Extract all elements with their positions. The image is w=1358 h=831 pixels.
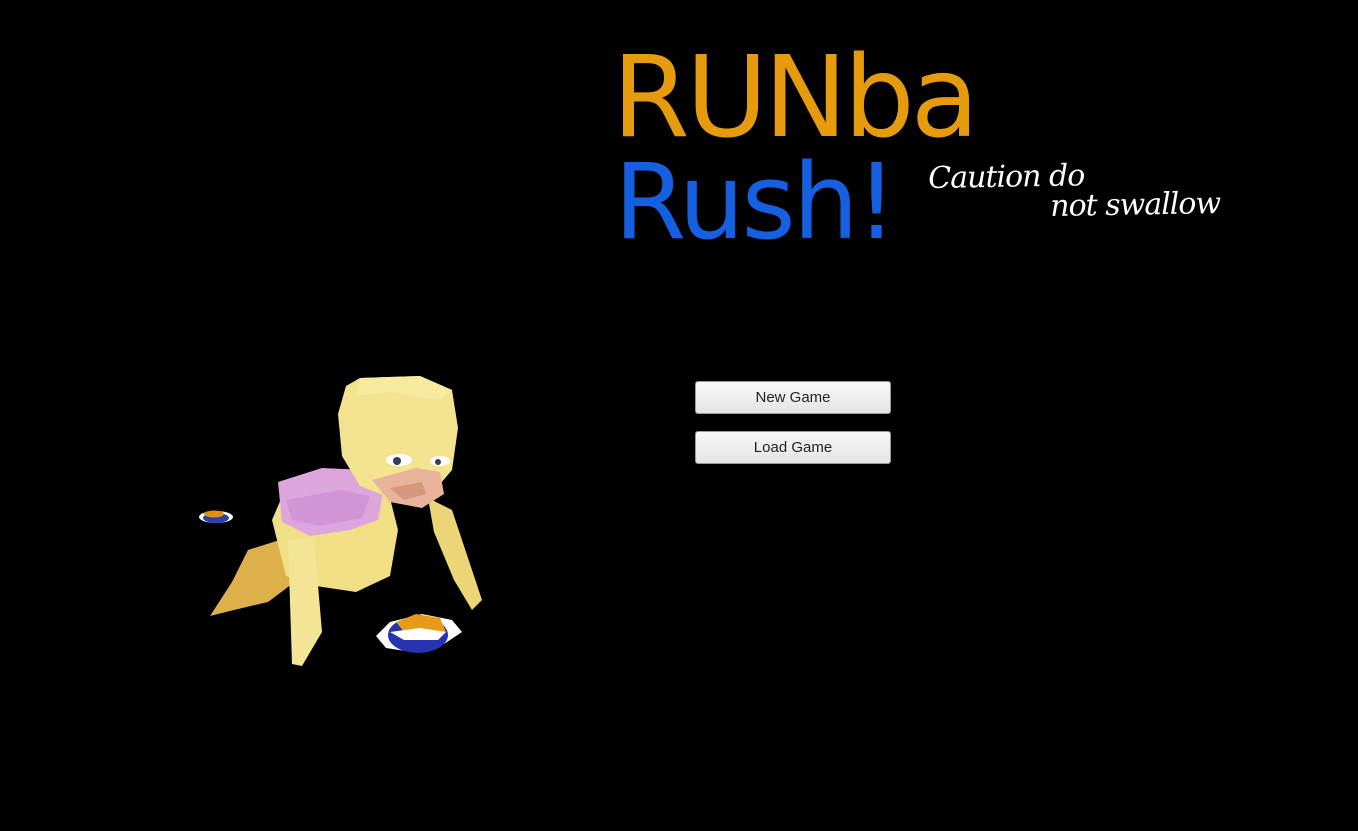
new-game-button[interactable]: New Game — [695, 381, 891, 414]
load-game-button[interactable]: Load Game — [695, 431, 891, 464]
tagline-line2: not swallow — [1049, 186, 1221, 224]
candy-pellet-large — [376, 614, 462, 653]
game-scene — [199, 376, 482, 666]
title-rush: Rush! — [614, 141, 897, 263]
title-runba: RUNba — [612, 33, 979, 163]
candy-pellet-small — [199, 510, 233, 523]
